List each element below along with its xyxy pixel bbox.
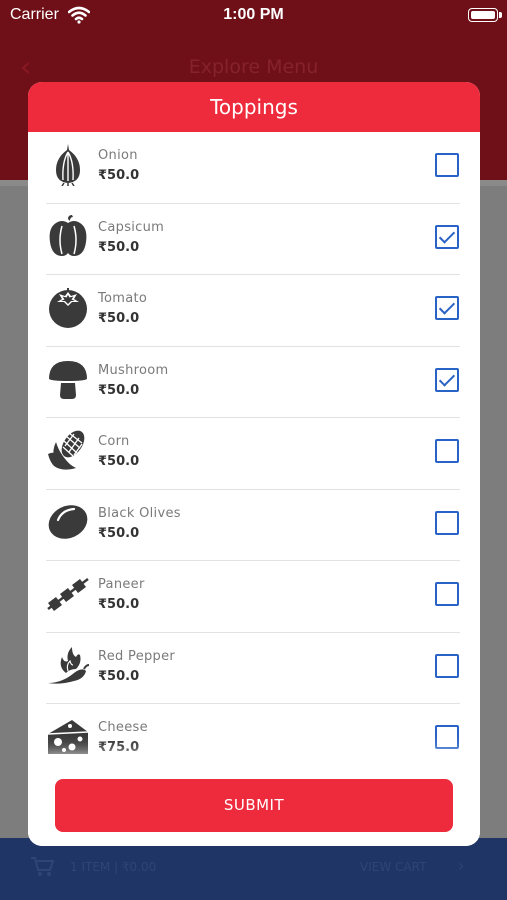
topping-price: ₹50.0 <box>98 382 140 398</box>
cart-icon <box>30 856 55 878</box>
submit-button[interactable]: SUBMIT <box>55 779 453 832</box>
topping-price: ₹75.0 <box>98 740 140 755</box>
topping-row-tomato[interactable]: Tomato ₹50.0 <box>46 275 460 347</box>
background-cart-text: 1 ITEM | ₹0.00 <box>70 860 157 874</box>
topping-name: Capsicum <box>98 219 165 235</box>
olive-icon <box>46 500 90 544</box>
topping-name: Onion <box>98 148 138 163</box>
topping-checkbox[interactable] <box>435 224 459 249</box>
topping-checkbox[interactable] <box>435 510 459 535</box>
topping-price: ₹50.0 <box>98 525 140 541</box>
modal-title: Toppings <box>210 95 298 119</box>
topping-row-corn[interactable]: Corn ₹50.0 <box>46 418 460 490</box>
battery-icon <box>468 8 502 22</box>
topping-checkbox[interactable] <box>435 439 459 463</box>
toppings-modal: Toppings Onion ₹50.0 Capsicum ₹50.0 Toma… <box>28 82 480 846</box>
topping-name: Black Olives <box>98 505 181 521</box>
topping-name: Cheese <box>98 720 148 735</box>
topping-checkbox[interactable] <box>435 153 459 177</box>
paneer-icon <box>46 571 90 615</box>
topping-price: ₹50.0 <box>98 597 140 612</box>
topping-row-paneer[interactable]: Paneer ₹50.0 <box>46 561 460 633</box>
topping-checkbox[interactable] <box>435 296 459 320</box>
topping-name: Paneer <box>98 577 145 592</box>
topping-price: ₹50.0 <box>98 311 140 326</box>
topping-checkbox[interactable] <box>435 367 459 392</box>
topping-name: Mushroom <box>98 362 169 378</box>
corn-icon <box>46 428 90 472</box>
background-view-cart: VIEW CART <box>360 860 427 874</box>
topping-row-mushroom[interactable]: Mushroom ₹50.0 <box>46 347 460 418</box>
topping-checkbox[interactable] <box>435 653 459 678</box>
topping-row-black-olives[interactable]: Black Olives ₹50.0 <box>46 490 460 561</box>
topping-price: ₹50.0 <box>98 168 140 183</box>
topping-checkbox[interactable] <box>435 725 459 749</box>
cheese-icon <box>46 714 90 758</box>
background-page-title: Explore Menu <box>188 56 319 78</box>
toppings-list: Onion ₹50.0 Capsicum ₹50.0 Tomato ₹50.0 … <box>46 132 460 776</box>
red-pepper-icon <box>46 643 90 687</box>
topping-price: ₹50.0 <box>98 239 140 255</box>
topping-row-red-pepper[interactable]: Red Pepper ₹50.0 <box>46 633 460 704</box>
topping-name: Tomato <box>98 291 148 306</box>
arrow-right-icon: › <box>458 856 465 875</box>
topping-price: ₹50.0 <box>98 668 140 684</box>
status-time: 1:00 PM <box>223 6 284 23</box>
tomato-icon <box>46 285 90 329</box>
topping-row-onion[interactable]: Onion ₹50.0 <box>46 132 460 204</box>
mushroom-icon <box>46 357 90 401</box>
topping-row-capsicum[interactable]: Capsicum ₹50.0 <box>46 204 460 275</box>
capsicum-icon <box>46 214 90 258</box>
onion-icon <box>46 142 90 187</box>
topping-name: Red Pepper <box>98 648 176 664</box>
topping-name: Corn <box>98 434 130 449</box>
topping-price: ₹50.0 <box>98 454 140 469</box>
topping-checkbox[interactable] <box>435 582 459 606</box>
modal-header: Toppings <box>28 82 480 132</box>
status-bar: Carrier 1:00 PM <box>0 0 507 32</box>
